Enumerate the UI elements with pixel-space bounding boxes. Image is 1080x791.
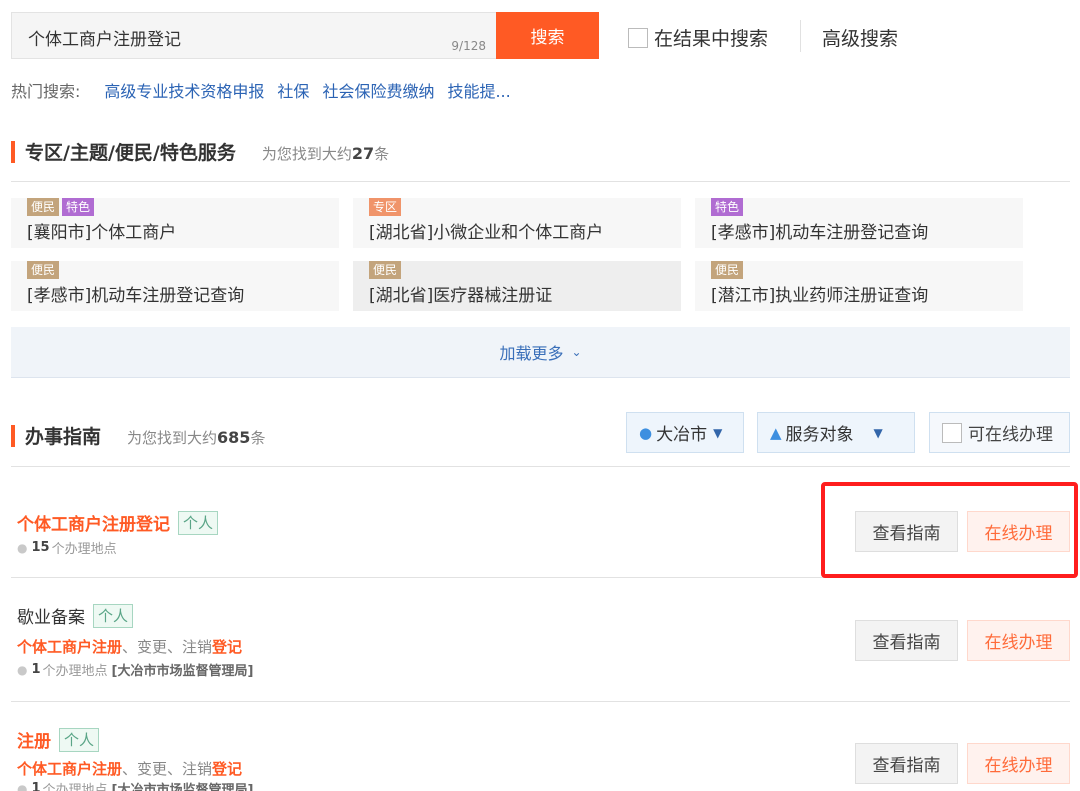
guide-section-header: 办事指南 为您找到大约685条 [11,422,265,449]
row-divider [11,701,1070,702]
search-bar: 个体工商户注册登记 9/128 搜索 [11,12,599,59]
guide-row-description: 个体工商户注册、变更、注销登记 [17,760,243,778]
tag-tese: 特色 [62,198,95,216]
hot-searches: 热门搜索: 高级专业技术资格申报 社保 社会保险费缴纳 技能提... [11,78,524,102]
special-card[interactable]: 便民 特色 [襄阳市]个体工商户 [11,198,339,248]
online-only-filter[interactable]: 可在线办理 [929,412,1070,453]
special-card-name: [湖北省]医疗器械注册证 [369,286,553,306]
load-more-label: 加载更多 [499,344,564,363]
location-pin-icon: ● [17,662,28,677]
location-pin-icon: ● [639,423,653,442]
location-count: ● 15 个办理地点 [17,540,117,557]
service-target-dropdown[interactable]: ▲ 服务对象 ▼ [757,412,915,453]
view-guide-button[interactable]: 查看指南 [855,620,958,661]
hot-search-link[interactable]: 社保 [277,78,309,102]
guide-row-description: 个体工商户注册、变更、注销登记 [17,638,243,656]
section-accent-bar [11,140,15,163]
guide-section-title: 办事指南 [25,426,102,448]
special-card-name: [孝感市]机动车注册登记查询 [711,223,929,243]
hot-search-link[interactable]: 高级专业技术资格申报 [104,78,264,102]
tag-tese: 特色 [711,198,744,216]
hot-search-link[interactable]: 技能提... [447,78,510,102]
guide-result-count: 为您找到大约685条 [127,428,266,447]
chevron-down-icon: ⌄ [571,345,582,359]
special-card-name: [潜江市]执业药师注册证查询 [711,286,929,306]
tag-bianmin: 便民 [27,198,60,216]
search-in-results-toggle[interactable]: 在结果中搜索 [628,24,768,51]
load-more-button[interactable]: 加载更多 ⌄ [11,327,1070,378]
location-count: ● 1 个办理地点 [大冶市市场监督管理局] [17,662,254,679]
divider [800,20,801,52]
view-guide-button[interactable]: 查看指南 [855,743,958,784]
red-highlight-box [821,482,1078,578]
special-card-name: [襄阳市]个体工商户 [27,223,177,243]
section-divider [11,181,1070,182]
online-apply-button[interactable]: 在线办理 [967,620,1070,661]
guide-row-title[interactable]: 歇业备案 个人 [17,603,134,628]
online-apply-button[interactable]: 在线办理 [967,743,1070,784]
location-pin-icon: ● [17,781,28,791]
location-pin-icon: ● [17,540,28,555]
hot-search-link[interactable]: 社会保险费缴纳 [322,78,434,102]
tag-zhuanqu: 专区 [369,198,402,216]
guide-title-link[interactable]: 个体工商户注册登记 [17,510,170,535]
chevron-down-icon: ▼ [713,425,723,440]
guide-row-title[interactable]: 个体工商户注册登记 个人 [17,510,219,535]
search-in-results-label: 在结果中搜索 [654,28,769,50]
tag-bianmin: 便民 [27,261,60,279]
city-filter-dropdown[interactable]: ● 大冶市 ▼ [626,412,744,453]
special-result-count: 为您找到大约27条 [261,144,390,163]
advanced-search-link[interactable]: 高级搜索 [822,24,898,51]
online-only-label: 可在线办理 [968,425,1053,445]
tag-bianmin: 便民 [369,261,402,279]
special-section-title: 专区/主题/便民/特色服务 [25,142,236,164]
service-target-label: 服务对象 [785,425,854,445]
search-input[interactable]: 个体工商户注册登记 9/128 [11,12,496,59]
location-count: ● 1 个办理地点 [大冶市市场监督管理局] [17,779,253,791]
audience-tag: 个人 [59,727,100,752]
search-in-results-checkbox[interactable] [628,27,648,48]
guide-title-link[interactable]: 注册 [17,727,51,752]
city-filter-value: 大冶市 [656,425,708,445]
special-card-name: [孝感市]机动车注册登记查询 [27,286,245,306]
guide-title-link[interactable]: 歇业备案 [17,603,85,628]
search-input-value: 个体工商户注册登记 [28,30,181,50]
audience-tag: 个人 [178,510,219,535]
search-char-count: 9/128 [451,39,486,53]
special-card[interactable]: 便民 [孝感市]机动车注册登记查询 [11,261,339,311]
online-only-checkbox[interactable] [942,422,962,443]
chevron-down-icon: ▼ [873,425,883,440]
special-card[interactable]: 便民 [湖北省]医疗器械注册证 [353,261,681,311]
user-icon: ▲ [770,423,782,442]
hot-searches-label: 热门搜索: [11,82,81,101]
section-accent-bar [11,424,15,447]
special-card[interactable]: 专区 [湖北省]小微企业和个体工商户 [353,198,681,248]
special-card[interactable]: 特色 [孝感市]机动车注册登记查询 [695,198,1023,248]
special-card[interactable]: 便民 [潜江市]执业药师注册证查询 [695,261,1023,311]
tag-bianmin: 便民 [711,261,744,279]
special-card-name: [湖北省]小微企业和个体工商户 [369,223,604,243]
section-divider [11,466,1070,467]
search-button[interactable]: 搜索 [496,12,599,59]
special-section-header: 专区/主题/便民/特色服务 为您找到大约27条 [11,138,389,165]
guide-row-title[interactable]: 注册 个人 [17,727,100,752]
audience-tag: 个人 [93,603,134,628]
